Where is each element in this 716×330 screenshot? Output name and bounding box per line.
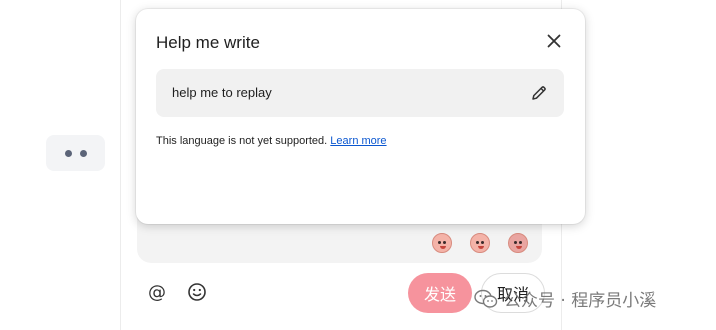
prompt-field[interactable]: help me to replay: [156, 69, 564, 117]
edit-prompt-button[interactable]: [528, 82, 550, 104]
notice-text: This language is not yet supported.: [156, 135, 328, 147]
prompt-text: help me to replay: [172, 85, 272, 100]
dialog-title: Help me write: [156, 33, 260, 52]
pencil-icon: [532, 86, 546, 100]
smiley-icon: [188, 283, 206, 301]
typing-dot: [64, 149, 72, 157]
send-button[interactable]: 发送: [408, 273, 472, 313]
wechat-icon: [474, 289, 498, 308]
help-me-write-dialog: Help me write help me to replay This lan…: [136, 9, 585, 224]
watermark-text: 公众号 · 程序员小溪: [504, 291, 657, 311]
crying-face-emoji[interactable]: [432, 233, 452, 253]
mention-icon[interactable]: @: [145, 280, 169, 304]
emoji-suggestions: [432, 233, 528, 253]
emoji-picker-icon[interactable]: [185, 280, 209, 304]
close-icon: [547, 34, 561, 48]
sad-face-emoji[interactable]: [470, 233, 490, 253]
learn-more-link[interactable]: Learn more: [330, 135, 386, 147]
wechat-watermark: 公众号 · 程序员小溪: [474, 286, 656, 311]
typing-indicator: [46, 135, 105, 171]
typing-dot: [79, 149, 87, 157]
language-notice: This language is not yet supported. Lear…: [156, 135, 387, 147]
close-button[interactable]: [542, 29, 566, 53]
upset-face-emoji[interactable]: [508, 233, 528, 253]
